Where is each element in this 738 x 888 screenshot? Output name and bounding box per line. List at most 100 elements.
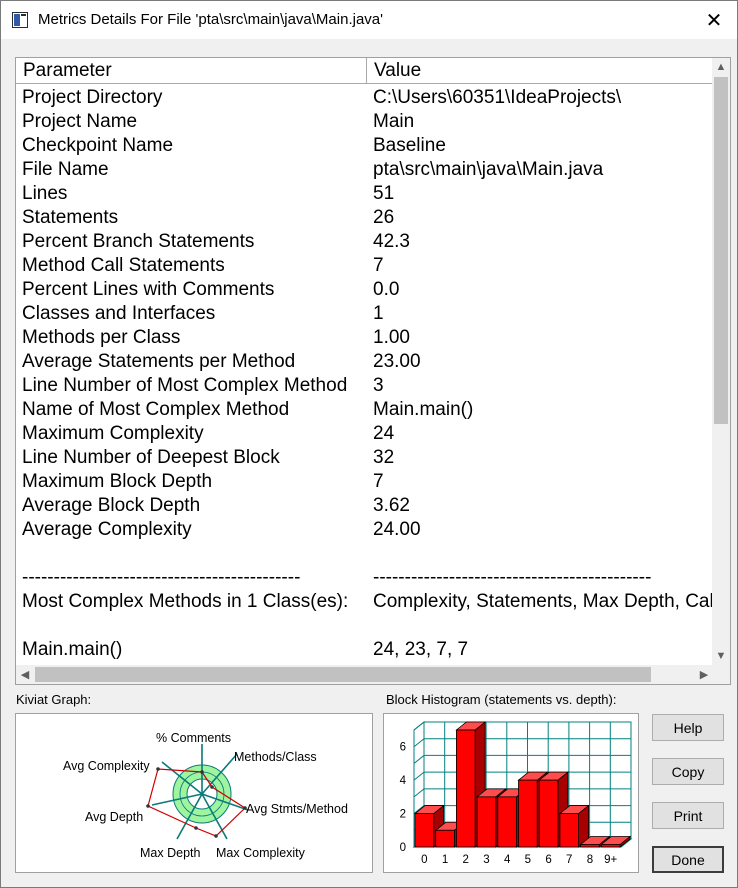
histogram-x-tick-label: 9+ xyxy=(604,854,617,866)
histogram-x-tick-label: 3 xyxy=(483,854,489,866)
copy-button[interactable]: Copy xyxy=(652,758,724,785)
histogram-bar xyxy=(497,796,517,848)
histogram-y-tick-label: 4 xyxy=(400,775,407,787)
kiviat-axis-label: Avg Stmts/Method xyxy=(246,802,348,816)
metrics-table: Parameter Value Project Directory C:\User… xyxy=(15,57,731,685)
parameter-cell: Project Name xyxy=(22,111,138,132)
kiviat-point xyxy=(210,785,214,789)
table-row[interactable]: Checkpoint Name Baseline xyxy=(16,134,713,158)
scroll-left-icon[interactable]: ◀ xyxy=(16,665,34,683)
parameter-cell: Statements xyxy=(22,207,119,228)
block-histogram: 0 1 2 3 4 5 6 7 8 9+ 0 2 4 6 xyxy=(383,713,639,873)
parameter-cell: Line Number of Deepest Block xyxy=(22,447,280,468)
scroll-right-icon[interactable]: ▶ xyxy=(695,665,713,683)
value-cell: 24 xyxy=(373,423,395,444)
parameter-cell: File Name xyxy=(22,159,109,180)
histogram-bar xyxy=(476,796,497,848)
value-cell: 32 xyxy=(373,447,395,468)
parameter-cell: Method Call Statements xyxy=(22,255,225,276)
scroll-corner xyxy=(712,665,730,684)
table-row[interactable]: Average Statements per Method 23.00 xyxy=(16,350,713,374)
horizontal-scroll-thumb[interactable] xyxy=(35,667,651,682)
value-cell: Baseline xyxy=(373,135,446,156)
table-row[interactable]: Statements 26 xyxy=(16,206,713,230)
kiviat-point xyxy=(156,767,160,771)
parameter-cell: Line Number of Most Complex Method xyxy=(22,375,348,396)
table-row[interactable]: Project Directory C:\Users\60351\IdeaProj… xyxy=(16,86,713,110)
parameter-cell: Average Statements per Method xyxy=(22,351,296,372)
histogram-side-gridline xyxy=(413,755,425,764)
value-cell: 7 xyxy=(373,471,384,492)
value-cell: 51 xyxy=(373,183,395,204)
scroll-down-icon[interactable]: ▼ xyxy=(712,647,730,665)
parameter-cell: Project Directory xyxy=(22,87,163,108)
metrics-table-view: Parameter Value Project Directory C:\User… xyxy=(16,58,713,665)
parameter-cell: Classes and Interfaces xyxy=(22,303,216,324)
histogram-bar xyxy=(435,829,455,848)
vertical-scrollbar[interactable]: ▲ ▼ xyxy=(712,58,730,665)
block-histogram-label: Block Histogram (statements vs. depth): xyxy=(386,692,617,707)
histogram-bar xyxy=(456,729,476,848)
kiviat-point xyxy=(146,804,150,808)
histogram-y-tick-label: 6 xyxy=(400,742,406,754)
histogram-y-tick-label: 2 xyxy=(400,809,406,821)
histogram-bar xyxy=(538,779,559,848)
value-cell: Complexity, Statements, Max Depth, Calls xyxy=(373,591,713,612)
table-row[interactable]: Name of Most Complex Method Main.main() xyxy=(16,398,713,422)
parameter-cell: Average Block Depth xyxy=(22,495,201,516)
histogram-x-tick-label: 6 xyxy=(545,854,551,866)
parameter-cell: Maximum Complexity xyxy=(22,423,204,444)
table-row[interactable]: Project Name Main xyxy=(16,110,713,134)
table-row[interactable]: Maximum Block Depth 7 xyxy=(16,470,713,494)
value-cell: 3 xyxy=(373,375,384,396)
parameter-cell: Maximum Block Depth xyxy=(22,471,213,492)
title-bar: Metrics Details For File 'pta\src\main\j… xyxy=(1,1,737,39)
vertical-scroll-thumb[interactable] xyxy=(714,77,728,424)
table-row[interactable]: Method Call Statements 7 xyxy=(16,254,713,278)
table-row[interactable]: Line Number of Deepest Block 32 xyxy=(16,446,713,470)
close-button[interactable]: ✕ xyxy=(691,1,737,39)
horizontal-scrollbar[interactable]: ◀ ▶ xyxy=(16,665,713,684)
column-header-value[interactable]: Value xyxy=(367,58,713,84)
parameter-cell: Percent Lines with Comments xyxy=(22,279,275,300)
table-row[interactable]: Methods per Class 1.00 xyxy=(16,326,713,350)
column-header-parameter[interactable]: Parameter xyxy=(16,58,367,84)
kiviat-graph: % Comments Methods/Class Avg Stmts/Method M… xyxy=(15,713,373,873)
parameter-cell: Lines xyxy=(22,183,68,204)
table-row[interactable]: Lines 51 xyxy=(16,182,713,206)
table-row[interactable]: Percent Lines with Comments 0.0 xyxy=(16,278,713,302)
histogram-x-tick-label: 1 xyxy=(442,854,448,866)
table-row[interactable]: Percent Branch Statements 42.3 xyxy=(16,230,713,254)
histogram-side-gridline xyxy=(413,738,425,748)
value-cell: ----------------------------------------… xyxy=(373,567,652,588)
parameter-cell: Methods per Class xyxy=(22,327,181,348)
block-histogram-canvas: 0 1 2 3 4 5 6 7 8 9+ 0 2 4 6 xyxy=(400,720,633,866)
table-row[interactable]: ----------------------------------------… xyxy=(16,566,713,590)
histogram-bar xyxy=(580,844,600,848)
done-button[interactable]: Done xyxy=(652,846,724,873)
parameter-cell: Main.main() xyxy=(22,639,123,660)
kiviat-axis-label: Avg Depth xyxy=(85,810,143,824)
table-row[interactable]: Main.main() 24, 23, 7, 7 xyxy=(16,638,713,662)
table-row[interactable]: Most Complex Methods in 1 Class(es): Comp… xyxy=(16,590,713,614)
table-row[interactable] xyxy=(16,614,713,638)
value-cell: 23.00 xyxy=(373,351,421,372)
scroll-up-icon[interactable]: ▲ xyxy=(712,58,730,76)
table-row[interactable]: Maximum Complexity 24 xyxy=(16,422,713,446)
help-button[interactable]: Help xyxy=(652,714,724,741)
table-row[interactable]: File Name pta\src\main\java\Main.java xyxy=(16,158,713,182)
histogram-x-tick-label: 2 xyxy=(463,854,469,866)
value-cell: 24, 23, 7, 7 xyxy=(373,639,469,660)
kiviat-point xyxy=(194,826,198,830)
table-row[interactable] xyxy=(16,542,713,566)
histogram-bar xyxy=(518,779,538,848)
print-button[interactable]: Print xyxy=(652,802,724,829)
value-cell: Main xyxy=(373,111,415,132)
histogram-x-tick-label: 4 xyxy=(504,854,511,866)
kiviat-point xyxy=(200,770,204,774)
table-row[interactable]: Classes and Interfaces 1 xyxy=(16,302,713,326)
table-row[interactable]: Average Complexity 24.00 xyxy=(16,518,713,542)
value-cell: 3.62 xyxy=(373,495,410,516)
table-row[interactable]: Line Number of Most Complex Method 3 xyxy=(16,374,713,398)
table-row[interactable]: Average Block Depth 3.62 xyxy=(16,494,713,518)
